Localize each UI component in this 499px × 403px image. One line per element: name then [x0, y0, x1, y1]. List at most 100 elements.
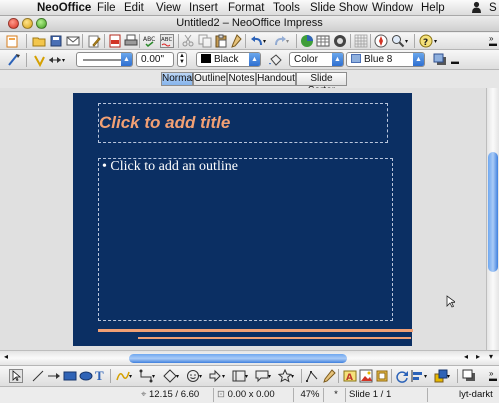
new-document-icon[interactable]	[5, 34, 19, 48]
navigator-icon[interactable]	[333, 34, 347, 48]
arrow-style-dropdown-icon[interactable]: ▾	[62, 57, 76, 71]
chart-icon[interactable]	[300, 34, 314, 48]
tab-handout[interactable]: Handout	[256, 72, 296, 86]
shadow-icon[interactable]	[462, 369, 476, 383]
area-style-select[interactable]: Color ▲	[289, 52, 344, 67]
text-icon[interactable]: T	[95, 368, 109, 383]
line-width-stepper[interactable]: ▲ ▼	[177, 52, 187, 67]
help-icon[interactable]: ?	[419, 34, 433, 48]
menu-insert[interactable]: Insert	[189, 1, 218, 15]
toolbar-overflow-icon[interactable]: ▬	[451, 57, 460, 67]
tab-slide-sorter[interactable]: Slide Sorter	[296, 72, 347, 96]
toolbar-separator	[139, 34, 140, 48]
line-icon[interactable]	[31, 369, 45, 383]
autospellcheck-icon[interactable]: ABC	[160, 34, 174, 48]
table-icon[interactable]	[316, 34, 330, 48]
line-color-label: Black	[214, 54, 239, 65]
paste-icon[interactable]	[214, 34, 228, 48]
menu-file[interactable]: File	[97, 1, 116, 15]
bullet: •	[102, 159, 107, 174]
tab-normal[interactable]: Normal	[161, 72, 194, 86]
arrow-style-icon[interactable]	[48, 53, 62, 67]
ellipse-icon[interactable]	[79, 369, 93, 383]
window-title: Untitled2 – NeoOffice Impress	[176, 17, 323, 29]
title-placeholder[interactable]: Click to add title	[98, 103, 388, 143]
undo-icon[interactable]	[250, 34, 264, 48]
glue-points-icon[interactable]	[322, 369, 336, 383]
status-layout-name: lyt-darkt	[459, 389, 493, 400]
gallery-icon[interactable]	[375, 369, 389, 383]
edit-file-icon[interactable]	[87, 34, 101, 48]
menu-slide-show[interactable]: Slide Show	[310, 1, 368, 15]
line-width-field[interactable]: 0.00"	[136, 52, 174, 67]
vertical-scroll-thumb[interactable]	[488, 152, 498, 272]
tab-notes[interactable]: Notes	[227, 72, 256, 86]
menu-extra-right[interactable]: S	[489, 1, 497, 15]
basic-shapes-icon[interactable]	[163, 369, 177, 383]
zoom-icon[interactable]	[391, 34, 405, 48]
scroll-down-icon[interactable]: ▾	[489, 352, 493, 361]
redo-icon[interactable]	[273, 34, 287, 48]
callouts-icon[interactable]	[255, 369, 269, 383]
outline-placeholder[interactable]: • Click to add an outline	[98, 158, 393, 321]
stars-icon[interactable]	[277, 368, 293, 383]
menu-edit[interactable]: Edit	[124, 1, 144, 15]
menu-window[interactable]: Window	[372, 1, 413, 15]
spellcheck-icon[interactable]: ABC	[143, 34, 157, 48]
align-icon[interactable]	[411, 369, 425, 383]
scroll-left-icon[interactable]: ◂	[4, 352, 8, 361]
slide-canvas[interactable]: Click to add title • Click to add an out…	[73, 93, 413, 346]
horizontal-scrollbar[interactable]: ◂ ◂ ▸ ▾	[0, 350, 499, 365]
fill-color-select[interactable]: Blue 8 ▲	[346, 52, 425, 67]
slide-workspace[interactable]: Click to add title • Click to add an out…	[0, 88, 486, 350]
vertical-scrollbar[interactable]	[486, 88, 499, 350]
line-style-select[interactable]: ▲	[76, 52, 133, 67]
line-style-icon[interactable]	[7, 53, 21, 67]
arrow-line-icon[interactable]	[47, 369, 61, 383]
status-zoom[interactable]: 47%	[294, 388, 324, 402]
horizontal-scroll-thumb[interactable]	[129, 354, 347, 363]
menu-help[interactable]: Help	[421, 1, 445, 15]
toolbar-overflow-icon[interactable]: » ▬	[489, 35, 498, 48]
area-fill-icon[interactable]	[268, 53, 282, 67]
navigator-compass-icon[interactable]	[374, 34, 388, 48]
from-file-icon[interactable]	[359, 369, 373, 383]
cut-icon[interactable]	[181, 34, 195, 48]
display-grid-icon[interactable]	[354, 34, 368, 48]
line-color-select[interactable]: Black ▲	[196, 52, 261, 67]
copy-icon[interactable]	[198, 34, 212, 48]
rectangle-icon[interactable]	[63, 369, 77, 383]
toolbar-overflow-icon[interactable]: » ▬	[489, 370, 498, 383]
shadow-icon[interactable]	[433, 53, 447, 67]
symbol-shapes-icon[interactable]	[186, 369, 200, 383]
export-pdf-icon[interactable]	[108, 34, 122, 48]
arrange-icon[interactable]	[434, 369, 448, 383]
print-icon[interactable]	[124, 34, 138, 48]
tab-outline[interactable]: Outline	[193, 72, 227, 86]
curve-icon[interactable]	[116, 369, 130, 383]
size-icon: ⊡	[217, 389, 225, 400]
save-icon[interactable]	[49, 34, 63, 48]
block-arrows-icon[interactable]	[209, 369, 223, 383]
app-menu[interactable]: NeoOffice	[37, 1, 91, 15]
fontwork-icon[interactable]: A	[343, 369, 357, 383]
scroll-right-icon[interactable]: ▸	[476, 352, 480, 361]
status-size-value: 0.00 x 0.00	[227, 389, 275, 400]
stars-dropdown-icon[interactable]: ▾	[291, 373, 305, 387]
rotate-icon[interactable]	[395, 369, 409, 383]
toolbar-separator	[245, 34, 246, 48]
email-icon[interactable]	[66, 34, 80, 48]
line-icon[interactable]	[32, 53, 46, 68]
clone-format-icon[interactable]	[229, 34, 243, 48]
scroll-left-icon-2[interactable]: ◂	[464, 352, 468, 361]
flowchart-icon[interactable]	[232, 369, 246, 383]
points-icon[interactable]	[305, 369, 319, 383]
menu-view[interactable]: View	[156, 1, 181, 15]
menu-tools[interactable]: Tools	[273, 1, 300, 15]
open-folder-icon[interactable]	[32, 34, 46, 48]
user-icon[interactable]	[471, 1, 482, 17]
menu-format[interactable]: Format	[228, 1, 264, 15]
select-arrow-icon[interactable]	[9, 369, 23, 383]
arrange-dropdown-icon[interactable]: ▾	[447, 373, 461, 387]
connector-icon[interactable]	[139, 369, 153, 383]
